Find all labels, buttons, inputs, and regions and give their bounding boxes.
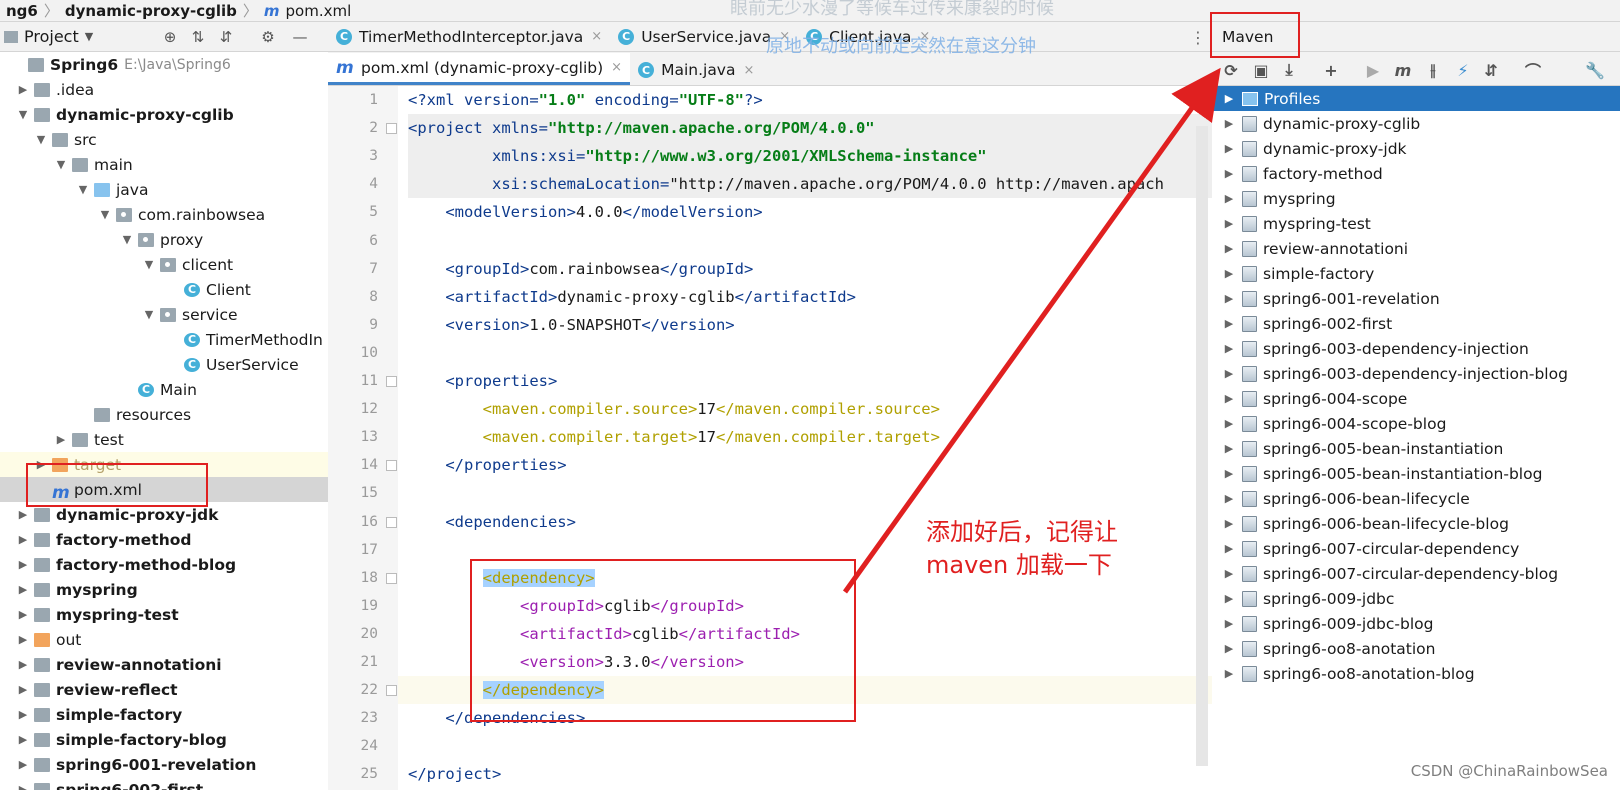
annotation-line-1: 添加好后，记得让 (926, 518, 1118, 546)
annotation-arrow (842, 67, 1221, 594)
csdn-watermark: CSDN @ChinaRainbowSea (1410, 762, 1608, 780)
annotation-line-2: maven 加载一下 (926, 551, 1112, 579)
annotation-text: 添加好后，记得让 maven 加载一下 (926, 516, 1118, 582)
